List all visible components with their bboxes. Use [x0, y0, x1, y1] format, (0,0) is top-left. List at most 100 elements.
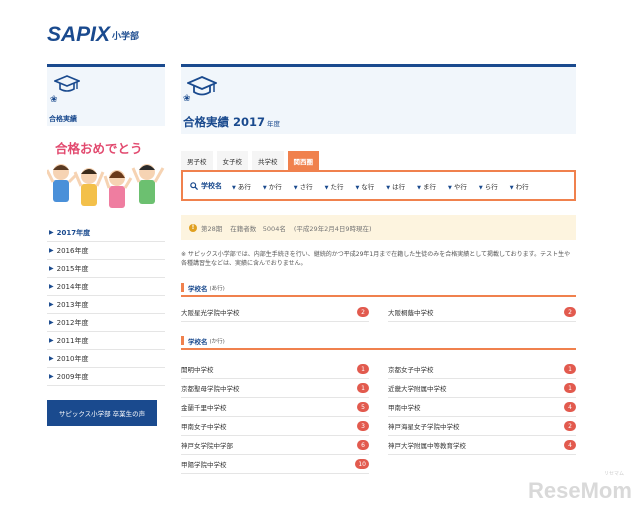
kana-label: わ行: [515, 182, 529, 191]
pass-count-badge: 6: [357, 440, 369, 450]
school-name[interactable]: 大阪星光学院中学校: [181, 307, 240, 317]
year-label: 2013年度: [56, 300, 89, 309]
pass-count-badge: 2: [564, 307, 576, 317]
kana-link-na[interactable]: ▼ な行: [355, 181, 374, 191]
kana-label: な行: [361, 182, 375, 191]
sidebar-header: ❀ 合格実績: [47, 64, 165, 126]
year-item[interactable]: ▶ 2014年度: [47, 278, 165, 296]
tab-boys[interactable]: 男子校: [181, 151, 213, 170]
alumni-voices-button[interactable]: サピックス小学部 卒業生の声: [47, 400, 157, 426]
school-name[interactable]: 神戸大学附属中等教育学校: [388, 440, 466, 450]
kana-label: あ行: [237, 182, 251, 191]
kana-link-a[interactable]: ▼ あ行: [232, 181, 251, 191]
enrollment-info: ! 第28期 在籍者数 5004名 (平成29年2月4日9時現在): [181, 215, 576, 240]
arrow-right-icon: ▶: [49, 283, 54, 290]
year-item[interactable]: ▶ 2009年度: [47, 368, 165, 386]
kana-link-ka[interactable]: ▼ か行: [263, 181, 282, 191]
school-name[interactable]: 甲陽学院中学校: [181, 459, 227, 469]
tab-kansai[interactable]: 関西圏: [287, 151, 319, 170]
arrow-right-icon: ▶: [49, 229, 54, 236]
year-item[interactable]: ▶ 2010年度: [47, 350, 165, 368]
year-item[interactable]: ▶ 2012年度: [47, 314, 165, 332]
year-item[interactable]: ▶ 2011年度: [47, 332, 165, 350]
kana-link-ha[interactable]: ▼ は行: [386, 181, 405, 191]
pass-count-badge: 1: [564, 383, 576, 393]
year-item[interactable]: ▶ 2015年度: [47, 260, 165, 278]
section-sub: (あ行): [209, 286, 225, 292]
kana-label: や行: [453, 182, 467, 191]
sidebar-title: 合格実績: [49, 115, 77, 123]
enrolled-text: 在籍者数 5004名: [230, 224, 286, 233]
school-row: 大阪桐蔭中学校 2: [388, 303, 576, 322]
kana-link-sa[interactable]: ▼ さ行: [294, 181, 313, 191]
resemom-watermark: ReseMom: [528, 478, 632, 503]
school-name[interactable]: 神戸海星女子学院中学校: [388, 421, 460, 431]
logo-wordmark: SAPIX: [47, 23, 111, 46]
chevron-down-icon: ▼: [509, 184, 514, 191]
sapix-logo[interactable]: SAPIX 小学部: [47, 24, 139, 45]
year-item[interactable]: ▶ 2016年度: [47, 242, 165, 260]
chevron-down-icon: ▼: [324, 184, 329, 191]
kana-link-ya[interactable]: ▼ や行: [448, 181, 467, 191]
pass-count-badge: 2: [357, 307, 369, 317]
kana-label: た行: [330, 182, 344, 191]
sidebar: ❀ 合格実績 合格おめでとう ▶ 2017年度 ▶ 2016年度 ▶ 2015年…: [47, 64, 165, 426]
school-name[interactable]: 大阪桐蔭中学校: [388, 307, 434, 317]
school-column-right: 大阪桐蔭中学校 2: [388, 303, 576, 322]
section-label: 学校名: [188, 338, 208, 346]
chevron-down-icon: ▼: [386, 184, 391, 191]
chevron-down-icon: ▼: [478, 184, 483, 191]
school-row: 京都聖母学院中学校 1: [181, 379, 369, 398]
search-label-text: 学校名: [201, 181, 222, 190]
arrow-right-icon: ▶: [49, 373, 54, 380]
pass-count-badge: 10: [355, 459, 369, 469]
arrow-right-icon: ▶: [49, 337, 54, 344]
school-name[interactable]: 京都聖母学院中学校: [181, 383, 240, 393]
arrow-right-icon: ▶: [49, 247, 54, 254]
school-column-left: 開明中学校 1 京都聖母学院中学校 1 金蘭千里中学校 5 甲南女子中学校 3 神戸女学…: [181, 360, 369, 474]
flower-icon: ❀: [50, 95, 58, 105]
kana-link-ta[interactable]: ▼ た行: [325, 181, 344, 191]
school-column-right: 京都女子中学校 1 近畿大学附属中学校 1 甲南中学校 4 神戸海星女子学院中学校 2 …: [388, 360, 576, 474]
kana-label: は行: [392, 182, 406, 191]
school-column-left: 大阪星光学院中学校 2: [181, 303, 369, 322]
year-item[interactable]: ▶ 2017年度: [47, 224, 165, 242]
kana-link-ma[interactable]: ▼ ま行: [417, 181, 436, 191]
pass-count-badge: 1: [564, 364, 576, 374]
school-name[interactable]: 神戸女学院中学部: [181, 440, 233, 450]
chevron-down-icon: ▼: [232, 184, 236, 191]
pass-count-badge: 1: [357, 364, 369, 374]
kana-link-ra[interactable]: ▼ ら行: [479, 181, 498, 191]
disclaimer-note: ※ サピックス小学部では、内部生手続きを行い、継続的かつ平成29年1月まで在籍し…: [181, 251, 571, 267]
kana-filter-bar: 学校名 ▼ あ行 ▼ か行 ▼ さ行 ▼ た行 ▼ な行 ▼ は行 ▼ ま行 ▼ や行 ▼ ら行 …: [181, 170, 576, 201]
arrow-right-icon: ▶: [49, 319, 54, 326]
school-name[interactable]: 甲南中学校: [388, 402, 421, 412]
tab-girls[interactable]: 女子校: [216, 151, 248, 170]
school-row: 京都女子中学校 1: [388, 360, 576, 379]
children-illustration: [47, 164, 165, 208]
arrow-right-icon: ▶: [49, 355, 54, 362]
school-name[interactable]: 京都女子中学校: [388, 364, 434, 374]
school-name[interactable]: 開明中学校: [181, 364, 214, 374]
period-text: 第28期: [201, 224, 223, 233]
kana-label: か行: [268, 182, 282, 191]
year-label: 2009年度: [56, 372, 89, 381]
school-name[interactable]: 近畿大学附属中学校: [388, 383, 447, 393]
chevron-down-icon: ▼: [262, 184, 267, 191]
date-text: (平成29年2月4日9時現在): [293, 224, 372, 233]
school-name[interactable]: 甲南女子中学校: [181, 421, 227, 431]
year-label: 2010年度: [56, 354, 89, 363]
tab-coed[interactable]: 共学校: [252, 151, 284, 170]
school-name[interactable]: 金蘭千里中学校: [181, 402, 227, 412]
info-icon: !: [189, 223, 197, 232]
chevron-down-icon: ▼: [448, 184, 452, 191]
graduation-cap-icon: [54, 75, 80, 92]
school-grid-a: 大阪星光学院中学校 2 大阪桐蔭中学校 2: [181, 303, 576, 322]
school-row: 近畿大学附属中学校 1: [388, 379, 576, 398]
kana-link-wa[interactable]: ▼ わ行: [510, 181, 529, 191]
section-marker: [181, 283, 184, 292]
school-row: 金蘭千里中学校 5: [181, 398, 369, 417]
kana-label: ま行: [423, 182, 437, 191]
year-item[interactable]: ▶ 2013年度: [47, 296, 165, 314]
page-title-text: 合格実績 2017: [183, 115, 266, 129]
